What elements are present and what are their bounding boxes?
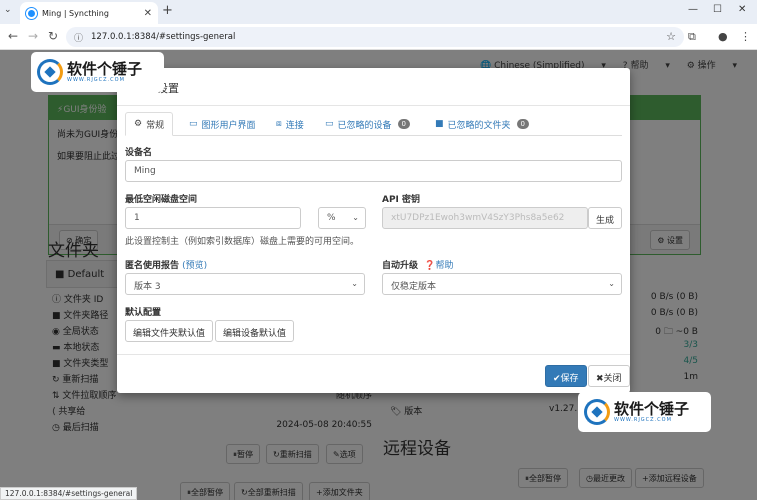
tab-general[interactable]: ⚙ 常规 [125,112,174,136]
reload-icon[interactable]: ↻ [48,29,58,43]
desktop-icon: ▭ [189,119,198,129]
edit-folder-defaults-button[interactable]: 编辑文件夹默认值 [125,320,214,342]
back-icon[interactable]: ← [8,29,18,43]
save-button[interactable]: ✔保存 [545,365,587,387]
rjgcz-logo-icon [584,399,610,425]
tab-label: 连接 [285,120,304,131]
usage-value: 版本 3 [134,282,161,292]
chevron-down-icon: ⌄ [351,279,358,288]
close-button[interactable]: ✖关闭 [588,365,630,387]
folder-icon: ■ [435,119,444,129]
address-bar: ← → ↻ ⓘ 127.0.0.1:8384/#settings-general… [0,24,757,50]
tab-label: 图形用户界面 [201,120,256,131]
tab-label: 已忽略的设备 [337,120,392,131]
usage-preview-link[interactable]: (预览) [182,261,207,271]
min-disk-help: 此设置控制主（例如索引数据库）磁盘上需要的可用空间。 [125,237,360,247]
browser-tab[interactable]: Ming | Syncthing ✕ [20,2,158,24]
settings-dialog: 设置 ⚙ 常规 ▭ 图形用户界面 ⧈ 连接 ▭ 已忽略的设备 0 ■ 已忽略的文… [117,68,630,393]
auto-upgrade-label: 自动升级 ❓帮助 [382,261,454,271]
ignored-devices-count: 0 [397,119,410,129]
unit-value: % [327,213,336,223]
usage-report-label: 匿名使用报告 (预览) [125,261,208,271]
dialog-header: 设置 [117,68,630,106]
profile-icon[interactable]: ● [718,30,728,43]
window-close-icon[interactable]: ✕ [738,4,746,15]
device-name-label: 设备名 [125,148,153,158]
site-info-icon[interactable]: ⓘ [74,31,83,44]
auto-upgrade-select[interactable]: 仅稳定版本 ⌄ [382,273,622,295]
syncthing-favicon-icon [26,7,37,19]
watermark-text: 软件个锤子 [614,400,690,418]
api-key-input[interactable]: xtU7DPz1Ewoh3wmV4SzY3Phs8a5e62 [382,207,588,229]
device-name-input[interactable]: Ming [125,160,622,182]
chevron-down-icon: ⌄ [352,213,359,222]
min-disk-input[interactable]: 1 [125,207,301,229]
browser-menu-icon[interactable]: ⋮ [740,30,751,43]
gear-icon: ⚙ [134,119,143,129]
watermark-text: 软件个锤子 [67,60,143,78]
dialog-footer-divider [117,354,630,355]
upgrade-help-link[interactable]: ❓帮助 [424,261,453,271]
tab-ignored-devices[interactable]: ▭ 已忽略的设备 0 [317,112,418,136]
chevron-down-icon: ⌄ [608,279,615,288]
tab-label: 常规 [146,120,165,131]
url-field[interactable]: ⓘ 127.0.0.1:8384/#settings-general ☆ [66,27,684,47]
api-key-label: API 密钥 [382,195,421,205]
tab-ignored-folders[interactable]: ■ 已忽略的文件夹 0 [427,112,537,136]
usage-report-select[interactable]: 版本 3 ⌄ [125,273,365,295]
min-disk-label: 最低空闲磁盘空间 [125,195,198,205]
forward-icon[interactable]: → [28,29,38,43]
settings-tabs: ⚙ 常规 ▭ 图形用户界面 ⧈ 连接 ▭ 已忽略的设备 0 ■ 已忽略的文件夹 … [125,112,622,136]
maximize-icon[interactable]: ☐ [713,4,722,15]
edit-device-defaults-button[interactable]: 编辑设备默认值 [215,320,295,342]
tab-label: 已忽略的文件夹 [447,120,511,131]
tab-connections[interactable]: ⧈ 连接 [268,112,312,136]
sitemap-icon: ⧈ [276,119,282,129]
url-text: 127.0.0.1:8384/#settings-general [91,32,236,42]
browser-tabbar: ⌄ Ming | Syncthing ✕ + — ☐ ✕ [0,0,757,24]
tab-search-icon[interactable]: ⌄ [4,5,12,15]
tab-gui[interactable]: ▭ 图形用户界面 [181,112,264,136]
minimize-icon[interactable]: — [688,4,698,15]
laptop-icon: ▭ [325,119,334,129]
generate-button[interactable]: 生成 [588,207,622,229]
defaults-label: 默认配置 [125,308,162,318]
status-bar-url: 127.0.0.1:8384/#settings-general [0,487,138,500]
upgrade-value: 仅稳定版本 [391,282,437,292]
min-disk-unit-select[interactable]: % ⌄ [318,207,366,229]
extensions-icon[interactable]: ⧉ [688,30,696,44]
bookmark-star-icon[interactable]: ☆ [666,30,676,43]
close-tab-icon[interactable]: ✕ [144,8,152,19]
watermark-logo: 软件个锤子 WWW.RJGCZ.COM [578,392,711,432]
watermark-logo: 软件个锤子 WWW.RJGCZ.COM [31,52,164,92]
rjgcz-logo-icon [37,59,63,85]
new-tab-icon[interactable]: + [162,3,173,18]
ignored-folders-count: 0 [516,119,529,129]
tab-title: Ming | Syncthing [42,8,109,18]
